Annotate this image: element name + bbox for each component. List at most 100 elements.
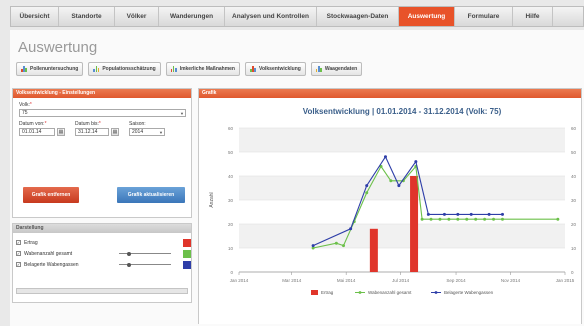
nav-tab-6[interactable]: Auswertung bbox=[399, 7, 455, 26]
x-tick-label: Nov 2014 bbox=[501, 278, 521, 283]
y-tick-label-right: 40 bbox=[571, 174, 577, 179]
page-title: Auswertung bbox=[18, 39, 98, 56]
series-point bbox=[447, 217, 451, 221]
date-to-label: Datum bis:* bbox=[75, 121, 101, 127]
nav-tab-3[interactable]: Wanderungen bbox=[159, 7, 225, 26]
nav-tab-8[interactable]: Hilfe bbox=[513, 7, 553, 26]
date-to-field[interactable]: 31.12.14 bbox=[75, 128, 109, 136]
series-point bbox=[389, 179, 393, 183]
slider-handle[interactable] bbox=[127, 251, 132, 256]
season-label: Saison: bbox=[129, 121, 146, 127]
y-tick-label-right: 10 bbox=[571, 246, 577, 251]
calendar-icon[interactable]: ▦ bbox=[111, 128, 119, 136]
update-chart-button[interactable]: Grafik aktualisieren bbox=[117, 187, 185, 203]
report-button-label: Populationsschätzung bbox=[102, 66, 156, 72]
y-tick-label-right: 60 bbox=[571, 126, 577, 131]
display-row: ✓ Belagerte Wabengassen bbox=[16, 260, 79, 269]
nav-tab-4[interactable]: Analysen und Kontrollen bbox=[225, 7, 317, 26]
opacity-slider[interactable] bbox=[119, 262, 171, 267]
x-tick-label: Mai 2014 bbox=[337, 278, 356, 283]
nav-tab-5[interactable]: Stockwaagen-Daten bbox=[317, 7, 399, 26]
series-point bbox=[365, 191, 369, 195]
display-checkbox[interactable]: ✓ bbox=[16, 240, 21, 245]
display-label: Wabenanzahl gesamt bbox=[24, 250, 73, 257]
series-point bbox=[311, 244, 315, 248]
series-point bbox=[500, 212, 504, 216]
report-button-label: Pollenuntersuchung bbox=[30, 66, 79, 72]
chevron-down-icon: ▼ bbox=[180, 111, 184, 116]
series-point bbox=[383, 155, 387, 159]
chart-title: Volksentwicklung | 01.01.2014 - 31.12.20… bbox=[303, 107, 502, 116]
series-point bbox=[469, 212, 473, 216]
series-point bbox=[465, 217, 469, 221]
nav-tab-0[interactable]: Übersicht bbox=[11, 7, 59, 26]
calendar-icon[interactable]: ▦ bbox=[57, 128, 65, 136]
series-color-swatch bbox=[183, 250, 191, 258]
display-checkbox[interactable]: ✓ bbox=[16, 251, 21, 256]
series-point bbox=[438, 217, 442, 221]
chart-icon bbox=[93, 66, 100, 72]
ertrag-bar bbox=[410, 176, 419, 272]
report-button-0[interactable]: Pollenuntersuchung bbox=[16, 62, 84, 76]
date-from-field[interactable]: 01.01.14 bbox=[19, 128, 55, 136]
graph-panel-header: Grafik bbox=[199, 89, 581, 98]
series-point bbox=[456, 212, 460, 216]
legend-label: Belagerte Wabengassen bbox=[444, 290, 494, 295]
y-tick-label: 40 bbox=[228, 174, 234, 179]
report-button-label: Imkerliche Maßnahmen bbox=[179, 66, 235, 72]
nav-tab-2[interactable]: Völker bbox=[115, 7, 159, 26]
report-toolbar: Pollenuntersuchung Populationsschätzung Im… bbox=[16, 62, 363, 76]
series-point bbox=[341, 244, 345, 248]
chart-band bbox=[239, 176, 565, 200]
chart-icon bbox=[249, 66, 257, 72]
date-from-label: Datum von:* bbox=[19, 121, 47, 127]
graph-panel: Grafik 0 0 10 10 20 20 30 30 40 40 50 50 60 60 Jan 201… bbox=[198, 88, 582, 324]
series-color-swatch bbox=[183, 261, 191, 269]
chart-icon bbox=[21, 66, 28, 72]
report-button-4[interactable]: Waagendaten bbox=[310, 62, 363, 76]
series-point bbox=[397, 184, 401, 188]
series-point bbox=[474, 217, 478, 221]
y-tick-label: 60 bbox=[228, 126, 234, 131]
y-tick-label-right: 30 bbox=[571, 198, 577, 203]
slider-handle[interactable] bbox=[127, 262, 132, 267]
volksentwicklung-chart: 0 010 1020 2030 3040 4050 5060 60Jan 2014 Mar 20… bbox=[199, 98, 581, 324]
display-checkbox[interactable]: ✓ bbox=[16, 262, 21, 267]
x-tick-label: Jan 2014 bbox=[230, 278, 249, 283]
remove-chart-button[interactable]: Grafik entfernen bbox=[23, 187, 79, 203]
report-button-3[interactable]: Volksentwicklung bbox=[244, 62, 306, 76]
display-row: ✓ Ertrag bbox=[16, 238, 38, 247]
display-panel-header: Darstellung bbox=[13, 224, 191, 233]
horizontal-scrollbar[interactable] bbox=[16, 288, 188, 294]
display-row: ✓ Wabenanzahl gesamt bbox=[16, 249, 72, 258]
nav-tab-7[interactable]: Formulare bbox=[455, 7, 513, 26]
legend-label: Ertrag bbox=[321, 290, 334, 295]
display-panel: Darstellung ✓ Ertrag ✓ Wabenanzahl gesamt ✓ B… bbox=[12, 223, 192, 303]
report-button-1[interactable]: Populationsschätzung bbox=[88, 62, 161, 76]
series-point bbox=[483, 217, 487, 221]
series-point bbox=[500, 217, 504, 221]
y-tick-label: 50 bbox=[228, 150, 234, 155]
report-button-label: Volksentwicklung bbox=[258, 66, 301, 72]
report-button-2[interactable]: Imkerliche Maßnahmen bbox=[165, 62, 240, 76]
nav-tab-1[interactable]: Standorte bbox=[59, 7, 115, 26]
volk-select[interactable]: 75 ▼ bbox=[19, 109, 186, 117]
page-content: Auswertung Pollenuntersuchung Populations… bbox=[10, 30, 584, 326]
series-point bbox=[456, 217, 460, 221]
legend-marker bbox=[434, 291, 438, 294]
legend-swatch bbox=[311, 290, 318, 295]
season-select[interactable]: 2014 ▼ bbox=[129, 128, 165, 136]
series-point bbox=[426, 212, 430, 216]
legend-marker bbox=[358, 291, 362, 294]
y-tick-label-right: 50 bbox=[571, 150, 577, 155]
x-tick-label: Jan 2015 bbox=[556, 278, 575, 283]
x-tick-label: Mar 2014 bbox=[282, 278, 302, 283]
volk-label: Volk:* bbox=[19, 102, 32, 108]
opacity-slider[interactable] bbox=[119, 251, 171, 256]
series-point bbox=[334, 241, 338, 245]
x-tick-label: Jul 2014 bbox=[392, 278, 410, 283]
y-tick-label: 30 bbox=[228, 198, 234, 203]
chart-band bbox=[239, 128, 565, 152]
y-tick-label: 20 bbox=[228, 222, 234, 227]
series-point bbox=[420, 217, 424, 221]
